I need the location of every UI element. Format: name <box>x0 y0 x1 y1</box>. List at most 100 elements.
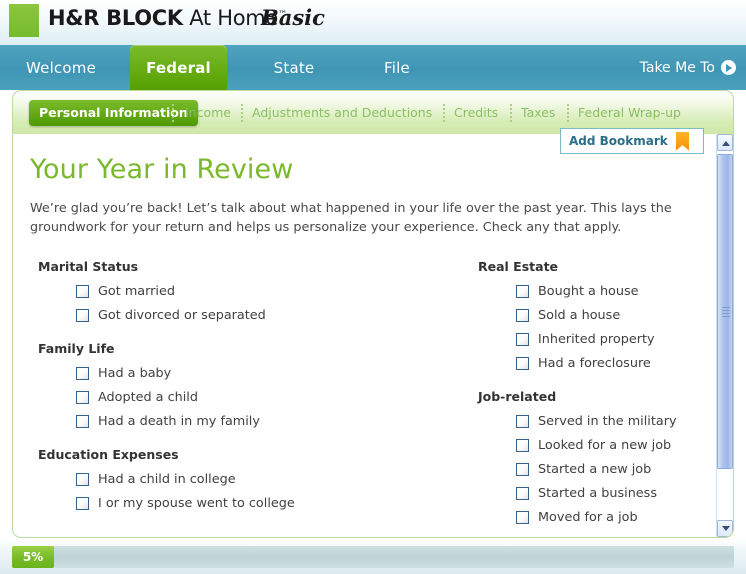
checkbox-right-1-1[interactable] <box>516 438 529 452</box>
progress-bar-track: 5% <box>12 546 734 568</box>
checkbox-left-0-0[interactable] <box>76 284 89 298</box>
subtab-separator <box>241 104 243 122</box>
checkbox-group: Job-related Served in the military Looked … <box>478 389 718 529</box>
subtab-adjustments-and-deductions[interactable]: Adjustments and Deductions <box>252 100 432 126</box>
brand-wordmark: H&R BLOCK At Home™ <box>48 6 287 30</box>
checkbox-label[interactable]: Got divorced or separated <box>98 308 266 323</box>
checkbox-row[interactable]: Had a child in college <box>38 467 458 491</box>
checkbox-row[interactable]: Started a new job <box>478 457 718 481</box>
scrollbar-grip-icon <box>722 306 730 317</box>
checkbox-label[interactable]: Had a child in college <box>98 472 236 487</box>
checkbox-right-0-2[interactable] <box>516 332 529 346</box>
nav-tab-welcome[interactable]: Welcome <box>12 45 110 90</box>
checkbox-label[interactable]: Had a baby <box>98 366 171 381</box>
nav-tab-file[interactable]: File <box>360 45 434 90</box>
checkbox-label[interactable]: Sold a house <box>538 308 620 323</box>
checkbox-label[interactable]: Started a business <box>538 486 657 501</box>
subtab-federal-wrap-up[interactable]: Federal Wrap-up <box>578 100 681 126</box>
subtab-taxes[interactable]: Taxes <box>521 100 555 126</box>
orange-bookmark-flag-icon <box>676 131 689 151</box>
checkbox-left-1-1[interactable] <box>76 390 89 404</box>
scroll-down-button[interactable] <box>717 520 733 537</box>
nav-tab-federal[interactable]: Federal <box>130 45 227 90</box>
chevron-down-icon <box>722 526 730 531</box>
checkbox-group: Real Estate Bought a house Sold a house Inh… <box>478 259 718 375</box>
checkbox-right-1-2[interactable] <box>516 462 529 476</box>
page-intro-text: We’re glad you’re back! Let’s talk about… <box>30 201 672 235</box>
checkbox-label[interactable]: Started a new job <box>538 462 651 477</box>
subtab-separator <box>510 104 512 122</box>
checkbox-right-1-0[interactable] <box>516 414 529 428</box>
take-me-to-button[interactable]: Take Me To <box>640 45 736 90</box>
checkbox-row[interactable]: I or my spouse went to college <box>38 491 458 515</box>
page-title: Your Year in Review <box>30 154 294 185</box>
play-circle-icon <box>721 60 736 75</box>
checkbox-row[interactable]: Moved for a job <box>478 505 718 529</box>
checkbox-label[interactable]: Got married <box>98 284 175 299</box>
checkbox-label[interactable]: Looked for a new job <box>538 438 671 453</box>
checkbox-label[interactable]: Inherited property <box>538 332 655 347</box>
brand-name-bold: H&R BLOCK <box>48 6 183 30</box>
checkbox-row[interactable]: Inherited property <box>478 327 718 351</box>
checkbox-right-0-3[interactable] <box>516 356 529 370</box>
checkbox-label[interactable]: Bought a house <box>538 284 639 299</box>
subtab-separator <box>567 104 569 122</box>
checkbox-right-1-4[interactable] <box>516 510 529 524</box>
checkbox-left-1-0[interactable] <box>76 366 89 380</box>
add-bookmark-label: Add Bookmark <box>569 134 668 148</box>
checkbox-row[interactable]: Started a business <box>478 481 718 505</box>
checkbox-left-2-1[interactable] <box>76 496 89 510</box>
checkbox-group: Education Expenses Had a child in college… <box>38 447 458 515</box>
scrollbar-thumb[interactable] <box>717 154 733 469</box>
main-navigation-bar: Welcome Federal State File Take Me To <box>0 45 746 90</box>
checkbox-row[interactable]: Bought a house <box>478 279 718 303</box>
checkbox-row[interactable]: Got married <box>38 279 458 303</box>
edition-label: Basic <box>261 5 325 30</box>
checkbox-row[interactable]: Looked for a new job <box>478 433 718 457</box>
checkbox-label[interactable]: Had a foreclosure <box>538 356 651 371</box>
status-footer: 5% <box>0 538 746 574</box>
group-title: Marital Status <box>38 259 139 274</box>
subtab-separator <box>443 104 445 122</box>
checkbox-group: Marital Status Got married Got divorced or… <box>38 259 458 327</box>
progress-percent-label: 5% <box>22 550 44 564</box>
checkbox-label[interactable]: Moved for a job <box>538 510 638 525</box>
add-bookmark-button[interactable]: Add Bookmark <box>560 128 704 154</box>
checkbox-left-1-2[interactable] <box>76 414 89 428</box>
progress-bar-fill: 5% <box>12 546 54 568</box>
checkbox-left-2-0[interactable] <box>76 472 89 486</box>
green-square-logo <box>9 4 39 37</box>
group-title: Education Expenses <box>38 447 179 462</box>
checkbox-row[interactable]: Sold a house <box>478 303 718 327</box>
subtab-income[interactable]: Income <box>185 100 231 126</box>
group-title: Job-related <box>478 389 557 404</box>
content-panel: Your Year in Review We’re glad you’re ba… <box>12 133 734 538</box>
checkbox-row[interactable]: Had a foreclosure <box>478 351 718 375</box>
vertical-scrollbar[interactable] <box>716 134 733 537</box>
subtab-credits[interactable]: Credits <box>454 100 498 126</box>
group-title: Real Estate <box>478 259 559 274</box>
nav-tab-state[interactable]: State <box>248 45 340 90</box>
checkbox-row[interactable]: Had a baby <box>38 361 458 385</box>
checkbox-label[interactable]: Adopted a child <box>98 390 198 405</box>
checkbox-label[interactable]: Had a death in my family <box>98 414 260 429</box>
subtab-separator <box>172 104 174 122</box>
checkbox-label[interactable]: Served in the military <box>538 414 677 429</box>
left-column: Marital Status Got married Got divorced or… <box>38 259 458 529</box>
checkbox-group: Family Life Had a baby Adopted a child Had … <box>38 341 458 433</box>
checkbox-row[interactable]: Adopted a child <box>38 385 458 409</box>
checkbox-left-0-1[interactable] <box>76 308 89 322</box>
checkbox-row[interactable]: Got divorced or separated <box>38 303 458 327</box>
take-me-to-label: Take Me To <box>639 59 715 76</box>
checkbox-right-1-3[interactable] <box>516 486 529 500</box>
hr-block-at-home-window: H&R BLOCK At Home™ Basic Welcome Federal… <box>0 0 746 574</box>
right-column: Real Estate Bought a house Sold a house Inh… <box>478 259 718 537</box>
scroll-up-button[interactable] <box>717 134 733 151</box>
checkbox-right-0-1[interactable] <box>516 308 529 322</box>
checkbox-row[interactable]: Had a death in my family <box>38 409 458 433</box>
checkbox-row[interactable]: Served in the military <box>478 409 718 433</box>
checkbox-label[interactable]: I or my spouse went to college <box>98 496 295 511</box>
brand-header: H&R BLOCK At Home™ Basic <box>0 0 746 46</box>
checkbox-right-0-0[interactable] <box>516 284 529 298</box>
group-title: Family Life <box>38 341 115 356</box>
